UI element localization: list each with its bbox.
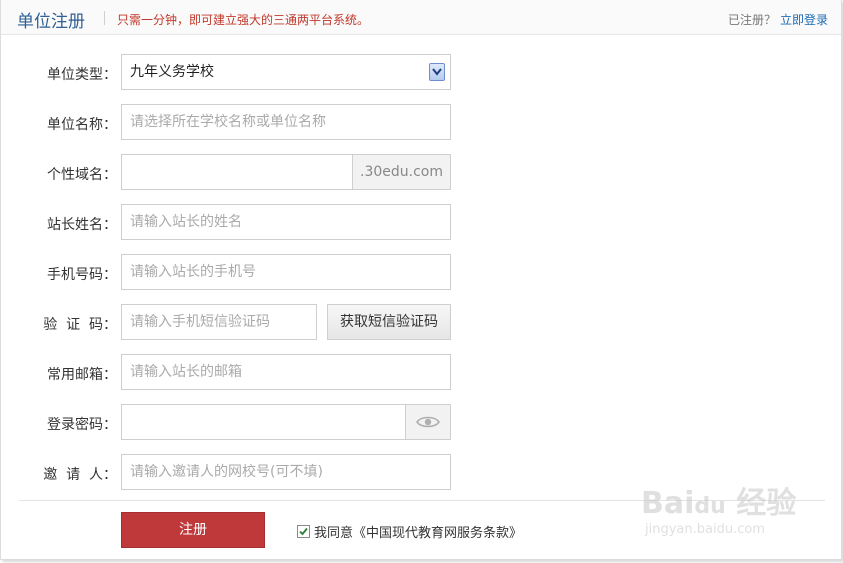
show-password-toggle[interactable]	[405, 404, 451, 440]
login-link[interactable]: 立即登录	[780, 11, 828, 28]
eye-icon	[416, 416, 440, 428]
already-registered-text: 已注册？	[728, 13, 777, 27]
checkmark-icon	[299, 527, 308, 536]
get-code-button[interactable]: 获取短信验证码	[327, 304, 451, 340]
inviter-label: 邀 请 人：	[43, 467, 117, 483]
watermark-brand: Baidu 经验	[641, 486, 797, 521]
register-panel: 单位注册 只需一分钟，即可建立强大的三通两平台系统。 已注册？ 立即登录 单位类…	[0, 0, 842, 560]
panel-header: 单位注册 只需一分钟，即可建立强大的三通两平台系统。 已注册？ 立即登录	[1, 0, 841, 35]
email-input[interactable]: 请输入站长的邮箱	[121, 354, 451, 390]
admin-name-input[interactable]: 请输入站长的姓名	[121, 204, 451, 240]
password-input[interactable]	[121, 404, 406, 440]
inviter-input[interactable]: 请输入邀请人的网校号(可不填)	[121, 454, 451, 490]
org-name-label: 单位名称：	[47, 117, 117, 133]
phone-label: 手机号码：	[47, 267, 117, 283]
title-divider	[104, 11, 105, 25]
password-label: 登录密码：	[47, 417, 117, 433]
register-button[interactable]: 注册	[121, 512, 265, 548]
email-label: 常用邮箱：	[47, 367, 117, 383]
admin-name-label: 站长姓名：	[47, 217, 117, 233]
domain-suffix: .30edu.com	[353, 154, 451, 190]
watermark-logo: Baidu 经验 jingyan.baidu.com	[641, 478, 831, 548]
watermark-url: jingyan.baidu.com	[645, 522, 765, 537]
page-title: 单位注册	[17, 12, 85, 32]
org-name-input[interactable]: 请选择所在学校名称或单位名称	[121, 104, 451, 140]
agree-checkbox[interactable]	[297, 525, 310, 538]
org-type-select[interactable]: 九年义务学校	[121, 54, 451, 90]
org-type-label: 单位类型：	[47, 67, 117, 83]
code-label: 验 证 码：	[43, 317, 117, 333]
phone-input[interactable]: 请输入站长的手机号	[121, 254, 451, 290]
code-input[interactable]: 请输入手机短信验证码	[121, 304, 317, 340]
chevron-down-icon[interactable]	[429, 63, 445, 81]
domain-label: 个性域名：	[47, 167, 117, 183]
agreement-text[interactable]: 我同意《中国现代教育网服务条款》	[314, 522, 522, 541]
page-subtitle: 只需一分钟，即可建立强大的三通两平台系统。	[117, 13, 370, 27]
domain-input[interactable]	[121, 154, 353, 190]
